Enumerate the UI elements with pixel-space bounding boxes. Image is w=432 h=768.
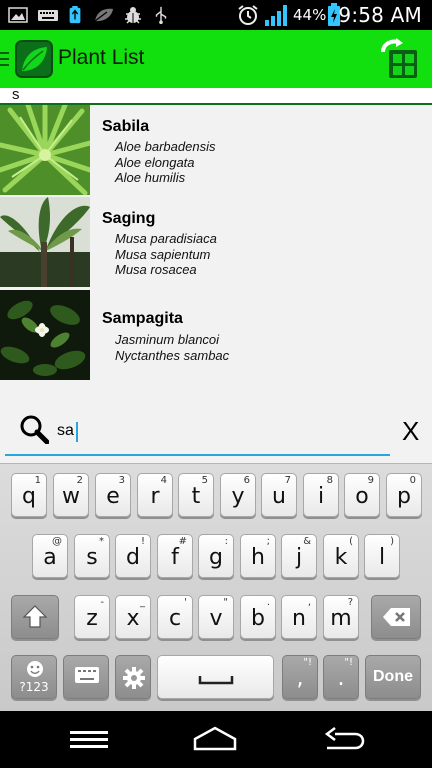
- list-item-saging[interactable]: Saging Musa paradisiaca Musa sapientum M…: [0, 197, 432, 287]
- search-area: sa X: [0, 380, 432, 463]
- search-icon: [20, 415, 49, 444]
- key-f[interactable]: # f: [157, 534, 193, 578]
- key-c[interactable]: ' c: [157, 595, 193, 639]
- key-l[interactable]: ) l: [364, 534, 400, 578]
- backspace-icon: [383, 608, 410, 626]
- scientific-name: Musa rosacea: [115, 262, 197, 277]
- key-m[interactable]: ? m: [323, 595, 359, 639]
- scientific-name: Aloe barbadensis: [115, 139, 216, 154]
- key-o[interactable]: 9o: [344, 473, 380, 517]
- scientific-name: Aloe humilis: [115, 170, 186, 185]
- key-b[interactable]: .b: [240, 595, 276, 639]
- key-w[interactable]: 2w: [53, 473, 89, 517]
- back-icon[interactable]: [321, 725, 367, 755]
- image-icon: [8, 7, 28, 23]
- settings-key[interactable]: [115, 655, 151, 699]
- text-cursor: [76, 422, 78, 442]
- leaf-icon: [94, 8, 113, 22]
- navigation-bar: [0, 711, 432, 768]
- plant-list: Sabila Aloe barbadensis Aloe elongata Al…: [0, 105, 432, 380]
- shift-key[interactable]: [11, 595, 59, 639]
- key-q[interactable]: 1q: [11, 473, 47, 517]
- key-n[interactable]: ,n: [281, 595, 317, 639]
- saging-image: [0, 197, 90, 287]
- key-z[interactable]: -z: [74, 595, 110, 639]
- gear-icon: [123, 667, 145, 689]
- leaf-logo-icon: [22, 47, 47, 71]
- soft-keyboard: 1q 2w 3e 4r 5t 6y 7u 8i 9o 0p @ a * s ! d #…: [0, 463, 432, 711]
- key-a[interactable]: @ a: [32, 534, 68, 578]
- key-d[interactable]: ! d: [115, 534, 151, 578]
- list-item-sampagita[interactable]: Sampagita Jasminum blancoi Nyctanthes sa…: [0, 290, 432, 380]
- key-s[interactable]: * s: [74, 534, 110, 578]
- key-u[interactable]: 7u: [261, 473, 297, 517]
- usb-icon: [155, 6, 167, 24]
- keyboard-switch-key[interactable]: [63, 655, 109, 699]
- space-icon: [198, 676, 234, 685]
- clock: 9:58 AM: [338, 3, 422, 27]
- menu-icon[interactable]: [66, 725, 112, 755]
- battery-percent: 44%: [293, 6, 327, 24]
- key-x[interactable]: _ x: [115, 595, 151, 639]
- clear-search-button[interactable]: X: [402, 416, 419, 447]
- search-input[interactable]: sa: [57, 422, 357, 440]
- plant-name: Saging: [102, 210, 156, 227]
- section-header: s: [0, 86, 432, 105]
- emoji-icon: [27, 661, 43, 677]
- usb-battery-icon: [69, 6, 81, 24]
- bug-icon: [125, 7, 141, 24]
- key-h[interactable]: ; h: [240, 534, 276, 578]
- page-title: Plant List: [58, 46, 145, 69]
- plant-name: Sabila: [102, 118, 150, 135]
- shift-icon: [22, 605, 48, 628]
- action-bar: Plant List: [0, 30, 432, 88]
- status-bar: 44% 9:58 AM: [0, 0, 432, 30]
- backspace-key[interactable]: [371, 595, 421, 639]
- signal-icon: [265, 5, 287, 26]
- key-g[interactable]: :g: [198, 534, 234, 578]
- comma-key[interactable]: "!,: [282, 655, 318, 699]
- search-field[interactable]: sa: [5, 410, 390, 456]
- home-grid-icon[interactable]: [379, 38, 419, 80]
- period-key[interactable]: "!.: [323, 655, 359, 699]
- drawer-indicator-icon[interactable]: [0, 51, 10, 67]
- key-i[interactable]: 8i: [303, 473, 339, 517]
- keyboard-icon: [38, 10, 58, 21]
- home-icon[interactable]: [192, 725, 238, 755]
- key-r[interactable]: 4r: [137, 473, 173, 517]
- scientific-name: Jasminum blancoi: [115, 332, 220, 347]
- scientific-name: Nyctanthes sambac: [115, 348, 230, 363]
- key-v[interactable]: " v: [198, 595, 234, 639]
- space-key[interactable]: [157, 655, 274, 699]
- key-t[interactable]: 5t: [178, 473, 214, 517]
- keyboard-layout-icon: [75, 667, 99, 683]
- alarm-icon: [238, 5, 258, 25]
- scientific-name: Aloe elongata: [115, 155, 195, 170]
- key-y[interactable]: 6y: [220, 473, 256, 517]
- app-logo[interactable]: [15, 40, 53, 78]
- symbols-key[interactable]: ?123: [11, 655, 57, 699]
- key-k[interactable]: (k: [323, 534, 359, 578]
- scientific-name: Musa sapientum: [115, 247, 211, 262]
- key-j[interactable]: & j: [281, 534, 317, 578]
- scientific-name: Musa paradisiaca: [115, 231, 217, 246]
- section-letter: s: [12, 86, 20, 103]
- key-p[interactable]: 0p: [386, 473, 422, 517]
- sampagita-image: [0, 290, 90, 380]
- sabila-image: [0, 105, 90, 195]
- done-key[interactable]: Done: [365, 655, 421, 699]
- list-item-sabila[interactable]: Sabila Aloe barbadensis Aloe elongata Al…: [0, 105, 432, 195]
- key-e[interactable]: 3e: [95, 473, 131, 517]
- plant-name: Sampagita: [102, 310, 183, 327]
